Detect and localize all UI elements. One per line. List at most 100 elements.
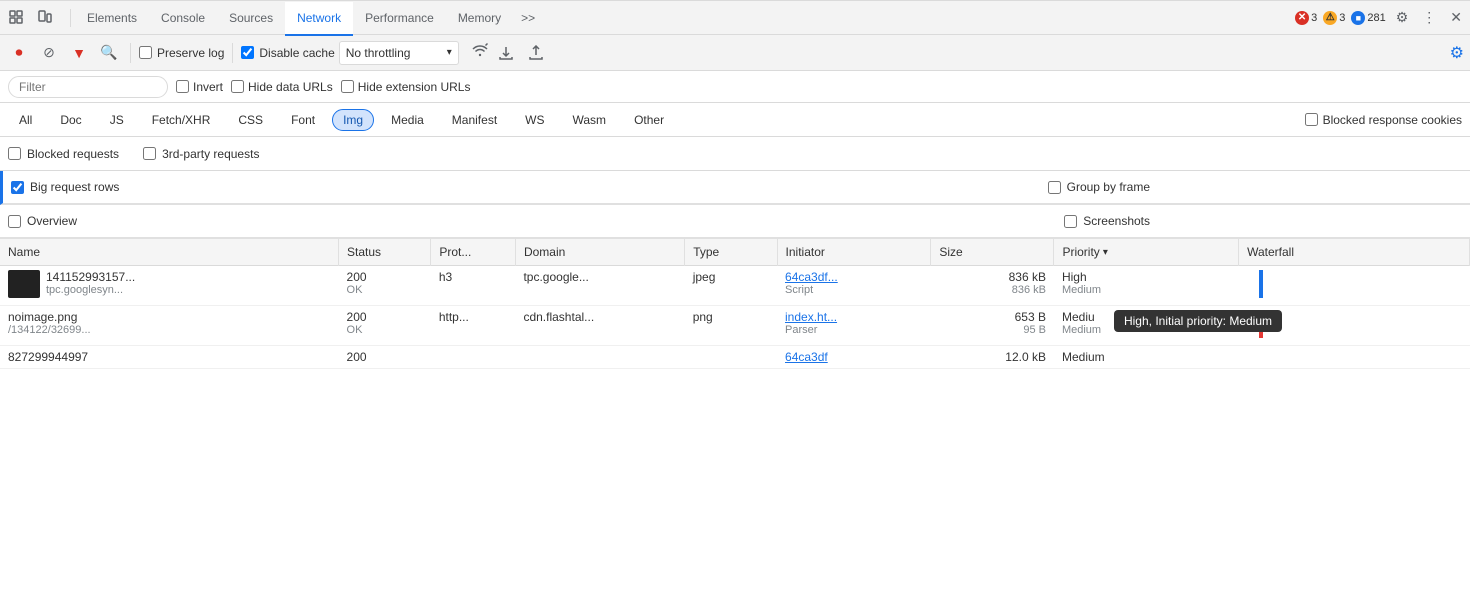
status-text: OK <box>347 324 423 336</box>
priority-medium: Medium <box>1062 284 1231 296</box>
size-secondary: 95 B <box>939 324 1046 336</box>
col-status[interactable]: Status <box>339 239 431 266</box>
big-request-rows-checkbox[interactable]: Big request rows <box>11 180 119 194</box>
cell-initiator[interactable]: index.ht...Parser <box>777 306 931 346</box>
tab-performance[interactable]: Performance <box>353 2 446 36</box>
type-btn-other[interactable]: Other <box>623 109 675 131</box>
error-yellow-icon: ⚠ <box>1323 11 1337 25</box>
invert-input[interactable] <box>176 80 189 93</box>
disable-cache-input[interactable] <box>241 46 254 59</box>
devtools-close-icon[interactable]: ✕ <box>1446 7 1466 28</box>
initiator-link[interactable]: 64ca3df... <box>785 270 923 284</box>
network-settings-icon[interactable]: ⚙ <box>1450 43 1464 63</box>
type-btn-all[interactable]: All <box>8 109 43 131</box>
group-by-frame-input[interactable] <box>1048 181 1061 194</box>
error-badge-red[interactable]: ✕ 3 <box>1295 11 1317 25</box>
filter-button[interactable]: ▼ <box>66 40 92 66</box>
col-waterfall[interactable]: Waterfall <box>1239 239 1470 266</box>
type-btn-doc[interactable]: Doc <box>49 109 92 131</box>
table-row[interactable]: 141152993157... tpc.googlesyn...200OKh3t… <box>0 266 1470 306</box>
type-btn-ws[interactable]: WS <box>514 109 555 131</box>
tab-sources[interactable]: Sources <box>217 2 285 36</box>
status-code: 200 <box>347 350 423 364</box>
mobile-icon[interactable] <box>32 5 58 31</box>
devtools-settings-icon[interactable]: ⚙ <box>1392 7 1413 28</box>
wifi-icon-btn[interactable] <box>471 42 489 63</box>
hide-data-urls-input[interactable] <box>231 80 244 93</box>
cell-name[interactable]: noimage.png /134122/32699... <box>0 306 339 340</box>
search-button[interactable]: 🔍 <box>96 40 122 66</box>
cell-priority: HighMedium <box>1054 266 1239 306</box>
col-initiator[interactable]: Initiator <box>777 239 931 266</box>
col-type[interactable]: Type <box>685 239 777 266</box>
type-btn-font[interactable]: Font <box>280 109 326 131</box>
blocked-requests-input[interactable] <box>8 147 21 160</box>
table-row[interactable]: 827299944997 20064ca3df12.0 kBMedium <box>0 346 1470 369</box>
col-priority[interactable]: Priority ▾ <box>1054 239 1239 266</box>
overview-input[interactable] <box>8 215 21 228</box>
throttle-chevron-icon: ▾ <box>447 47 452 58</box>
more-tabs-button[interactable]: >> <box>513 11 543 25</box>
devtools-window: Elements Console Sources Network Perform… <box>0 0 1470 614</box>
screenshots-checkbox[interactable]: Screenshots <box>1064 214 1150 228</box>
clear-button[interactable]: ⊘ <box>36 40 62 66</box>
hide-data-urls-checkbox[interactable]: Hide data URLs <box>231 80 333 94</box>
type-btn-fetch-xhr[interactable]: Fetch/XHR <box>141 109 222 131</box>
col-domain[interactable]: Domain <box>515 239 684 266</box>
blocked-cookies-input[interactable] <box>1305 113 1318 126</box>
hide-ext-urls-input[interactable] <box>341 80 354 93</box>
size-secondary: 836 kB <box>939 284 1046 296</box>
col-size[interactable]: Size <box>931 239 1054 266</box>
big-request-rows-input[interactable] <box>11 181 24 194</box>
priority-sort[interactable]: Priority ▾ <box>1062 245 1230 259</box>
screenshots-input[interactable] <box>1064 215 1077 228</box>
type-btn-img[interactable]: Img <box>332 109 374 131</box>
hide-ext-urls-checkbox[interactable]: Hide extension URLs <box>341 80 471 94</box>
filter-input[interactable] <box>8 76 168 98</box>
cursor-icon[interactable] <box>4 5 30 31</box>
export-button[interactable] <box>523 40 549 66</box>
type-btn-js[interactable]: JS <box>99 109 135 131</box>
type-btn-media[interactable]: Media <box>380 109 435 131</box>
overview-checkbox[interactable]: Overview <box>8 214 77 228</box>
cell-initiator[interactable]: 64ca3df...Script <box>777 266 931 306</box>
table-row[interactable]: noimage.png /134122/32699...200OKhttp...… <box>0 306 1470 346</box>
blocked-requests-checkbox[interactable]: Blocked requests <box>8 147 119 161</box>
type-btn-manifest[interactable]: Manifest <box>441 109 508 131</box>
filter-row: Invert Hide data URLs Hide extension URL… <box>0 71 1470 103</box>
invert-checkbox[interactable]: Invert <box>176 80 223 94</box>
options-row-1: Blocked requests 3rd-party requests <box>0 137 1470 171</box>
sort-desc-icon: ▾ <box>1103 247 1108 258</box>
error-badge-blue[interactable]: ■ 281 <box>1351 11 1385 25</box>
tab-console[interactable]: Console <box>149 2 217 36</box>
preserve-log-input[interactable] <box>139 46 152 59</box>
cell-name[interactable]: 141152993157... tpc.googlesyn... <box>0 266 339 302</box>
third-party-checkbox[interactable]: 3rd-party requests <box>143 147 259 161</box>
status-code: 200 <box>347 310 423 324</box>
devtools-more-icon[interactable]: ⋮ <box>1418 7 1440 28</box>
group-by-frame-checkbox[interactable]: Group by frame <box>1048 180 1150 194</box>
error-badge-yellow[interactable]: ⚠ 3 <box>1323 11 1345 25</box>
col-name[interactable]: Name <box>0 239 339 266</box>
initiator-link[interactable]: index.ht... <box>785 310 923 324</box>
preserve-log-checkbox[interactable]: Preserve log <box>139 46 224 60</box>
throttle-select[interactable]: No throttling ▾ <box>339 41 459 65</box>
blocked-cookies-option[interactable]: Blocked response cookies <box>1305 113 1462 127</box>
initiator-link[interactable]: 64ca3df <box>785 350 923 364</box>
row-name-secondary: /134122/32699... <box>8 324 91 336</box>
cell-name[interactable]: 827299944997 <box>0 346 339 368</box>
type-btn-css[interactable]: CSS <box>227 109 274 131</box>
col-protocol[interactable]: Prot... <box>431 239 516 266</box>
tab-elements[interactable]: Elements <box>75 2 149 36</box>
cell-initiator[interactable]: 64ca3df <box>777 346 931 369</box>
disable-cache-checkbox[interactable]: Disable cache <box>241 46 334 60</box>
third-party-input[interactable] <box>143 147 156 160</box>
record-button[interactable]: ⏺ <box>6 40 32 66</box>
type-btn-wasm[interactable]: Wasm <box>562 109 618 131</box>
network-toolbar: ⏺ ⊘ ▼ 🔍 Preserve log Disable cache No th… <box>0 35 1470 71</box>
type-filter-row: All Doc JS Fetch/XHRCSS Font Img Media Manifest… <box>0 103 1470 137</box>
import-button[interactable] <box>493 40 519 66</box>
tab-network[interactable]: Network <box>285 2 353 36</box>
tab-bar: Elements Console Sources Network Perform… <box>0 1 1470 35</box>
tab-memory[interactable]: Memory <box>446 2 513 36</box>
